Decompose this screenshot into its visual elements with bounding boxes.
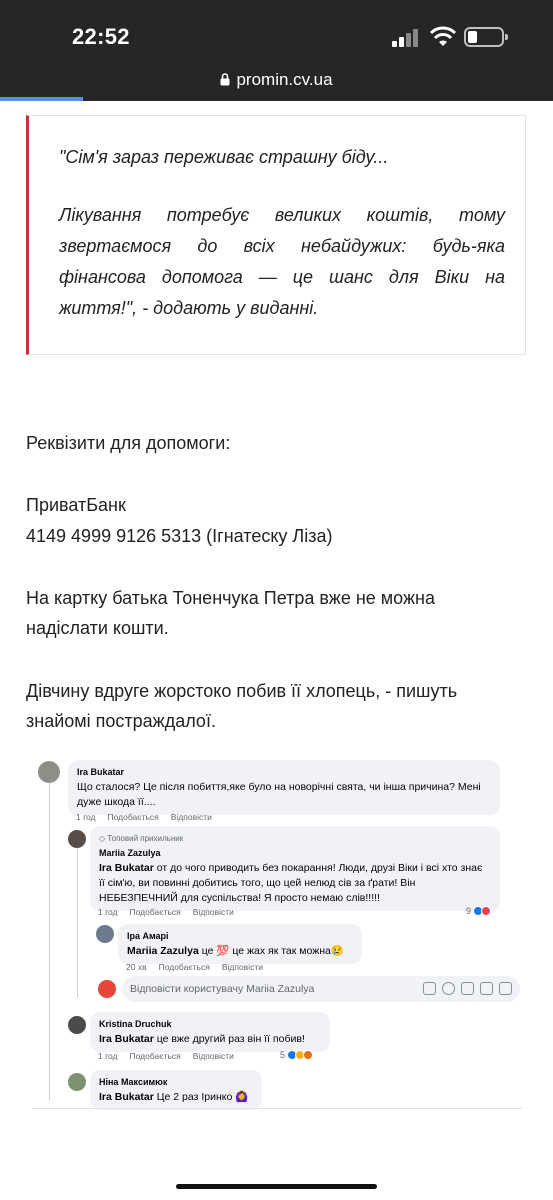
comment-author: Ira Bukatar xyxy=(77,767,125,777)
reaction-count[interactable]: 5 xyxy=(280,1050,314,1060)
address-bar[interactable]: promin.cv.ua xyxy=(0,70,553,90)
angry-reaction-icon xyxy=(303,1050,314,1060)
card-number-line: 4149 4999 9126 5313 (Ігнатеску Ліза) xyxy=(26,526,333,546)
facebook-comments-image: Ira Bukatar Що сталося? Це після побиття… xyxy=(32,752,522,1112)
comment-text: це 💯 це жах як так можна😢 xyxy=(198,945,344,957)
cellular-signal-icon xyxy=(392,29,422,47)
page-load-progress xyxy=(0,97,83,101)
reply-input[interactable]: Відповісти користувачу Mariia Zazulya xyxy=(122,976,520,1002)
comment-bubble: Ira Bukatar Що сталося? Це після побиття… xyxy=(68,760,500,815)
comment-bubble: Ніна Максимюк Ira Bukatar Це 2 раз Іринк… xyxy=(90,1070,262,1110)
comment-meta: 1 год Подобається Відповісти xyxy=(76,812,224,822)
comment-author: Ніна Максимюк xyxy=(99,1077,168,1087)
avatar xyxy=(68,1073,86,1091)
wifi-icon xyxy=(430,26,456,46)
comment-mention[interactable]: Ira Bukatar xyxy=(99,1091,154,1103)
comment-mention[interactable]: Ira Bukatar xyxy=(99,862,154,874)
comment-mention[interactable]: Ira Bukatar xyxy=(99,1033,154,1045)
reply-link[interactable]: Відповісти xyxy=(171,812,212,822)
camera-icon[interactable] xyxy=(461,982,474,995)
comment-bubble: ◇ Топовий прихильник Mariia Zazulya Ira … xyxy=(90,826,500,911)
comment-meta: 1 год Подобається Відповісти xyxy=(98,1051,246,1061)
badge-text: Топовий прихильник xyxy=(107,834,184,843)
comment-time: 1 год xyxy=(98,907,118,917)
status-time: 22:52 xyxy=(72,24,130,49)
thread-line xyxy=(49,782,50,1100)
comment-time: 1 год xyxy=(98,1051,118,1061)
avatar xyxy=(68,830,86,848)
home-indicator[interactable] xyxy=(176,1184,377,1189)
comment-text: Це 2 раз Іринко 🙆‍♀️ xyxy=(153,1091,249,1103)
quote-line-1: "Сім'я зараз переживає страшну біду... xyxy=(59,147,389,167)
avatar xyxy=(96,925,114,943)
reply-tools xyxy=(423,982,512,995)
emoji-icon[interactable] xyxy=(442,982,455,995)
like-link[interactable]: Подобається xyxy=(130,1051,181,1061)
top-fan-badge: ◇ Топовий прихильник xyxy=(99,834,184,843)
like-link[interactable]: Подобається xyxy=(108,812,159,822)
comment-meta: 20 хв Подобається Відповісти xyxy=(126,962,275,972)
avatar xyxy=(38,761,60,783)
battery-icon xyxy=(464,27,508,47)
sticker-icon[interactable] xyxy=(423,982,436,995)
lock-icon xyxy=(220,73,230,86)
beaten-note: Дівчину вдруге жорстоко побив її хлопець… xyxy=(26,681,458,731)
comment-text: от до чого приводить без покарання! Люди… xyxy=(99,862,483,904)
avatar xyxy=(68,1016,86,1034)
reply-placeholder: Відповісти користувачу Mariia Zazulya xyxy=(130,983,315,995)
comment-author: Kristina Druchuk xyxy=(99,1019,172,1029)
thread-line xyxy=(77,848,78,998)
reaction-count[interactable]: 9 xyxy=(466,906,492,916)
comment-text: це вже другий раз він її побив! xyxy=(153,1033,305,1045)
url-text: promin.cv.ua xyxy=(236,70,333,89)
comment-meta: 1 год Подобається Відповісти xyxy=(98,907,246,917)
reply-link[interactable]: Відповісти xyxy=(193,1051,234,1061)
requisites-title: Реквізити для допомоги: xyxy=(26,433,231,453)
gif-icon[interactable] xyxy=(480,982,493,995)
reaction-number: 9 xyxy=(466,906,472,916)
like-link[interactable]: Подобається xyxy=(159,962,210,972)
reply-link[interactable]: Відповісти xyxy=(193,907,234,917)
attach-sticker-icon[interactable] xyxy=(499,982,512,995)
comment-mention[interactable]: Mariia Zazulya xyxy=(127,945,199,957)
comment-time: 1 год xyxy=(76,812,96,822)
image-bottom-border xyxy=(32,1108,522,1109)
quote-line-2: Лікування потребує великих коштів, тому … xyxy=(59,205,505,318)
browser-top-bar: 22:52 promin.cv.ua xyxy=(0,0,553,101)
comment-author: Mariia Zazulya xyxy=(99,848,161,858)
reaction-number: 5 xyxy=(280,1050,286,1060)
reply-link[interactable]: Відповісти xyxy=(222,962,263,972)
article-blockquote: "Сім'я зараз переживає страшну біду... Л… xyxy=(26,115,526,355)
comment-bubble: Іра Амарі Mariia Zazulya це 💯 це жах як … xyxy=(118,924,362,964)
comment-text: Що сталося? Це після побиття,яке було на… xyxy=(77,781,481,808)
comment-bubble: Kristina Druchuk Ira Bukatar це вже друг… xyxy=(90,1012,330,1052)
own-avatar xyxy=(98,980,116,998)
love-reaction-icon xyxy=(481,906,492,916)
bank-name: ПриватБанк xyxy=(26,495,126,515)
father-card-note: На картку батька Тоненчука Петра вже не … xyxy=(26,588,435,638)
comment-author: Іра Амарі xyxy=(127,931,169,941)
like-link[interactable]: Подобається xyxy=(130,907,181,917)
comment-time: 20 хв xyxy=(126,962,147,972)
